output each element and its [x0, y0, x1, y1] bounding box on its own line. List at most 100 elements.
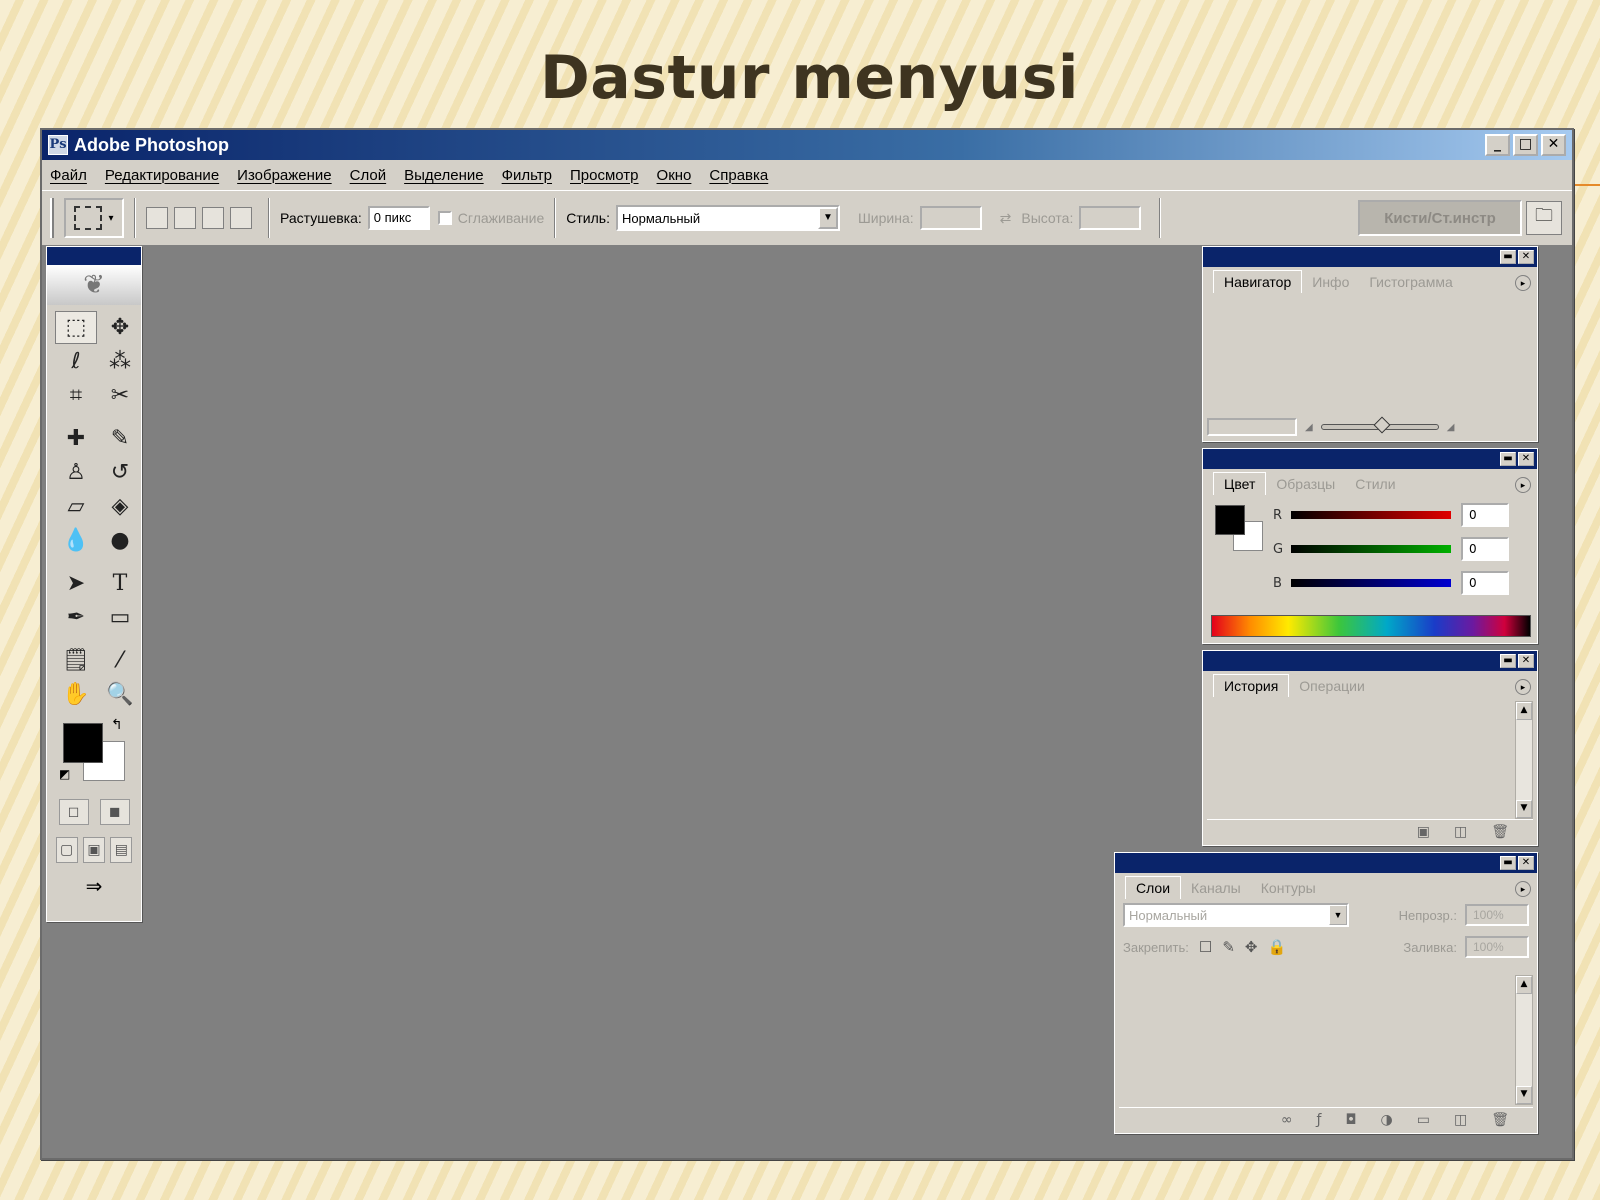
quick-mask-mode-icon[interactable]: ◼ [99, 799, 130, 825]
new-selection-button[interactable] [146, 207, 168, 229]
eyedropper-icon[interactable]: ⁄ [99, 644, 141, 677]
blue-channel-input[interactable]: 0 [1461, 571, 1509, 595]
foreground-color-swatch[interactable] [1215, 505, 1245, 535]
tab-channels[interactable]: Каналы [1181, 877, 1251, 899]
minimize-icon[interactable]: ▬ [1500, 452, 1516, 466]
title-bar[interactable]: Ps Adobe Photoshop _ □ ✕ [42, 130, 1572, 160]
panel-title-bar[interactable]: ▬ ✕ [1203, 247, 1537, 267]
menu-select[interactable]: Выделение [404, 167, 483, 184]
default-colors-icon[interactable]: ◩ [59, 767, 70, 781]
red-channel-slider[interactable] [1291, 511, 1451, 519]
dodge-icon[interactable]: ● [99, 524, 141, 557]
fill-input[interactable]: 100% [1465, 936, 1529, 958]
layer-style-icon[interactable]: ƒ [1317, 1112, 1322, 1128]
style-select[interactable]: Нормальный ▼ [615, 205, 840, 231]
standard-screen-mode-icon[interactable]: ▢ [55, 837, 78, 863]
new-group-icon[interactable]: ▭ [1417, 1112, 1430, 1128]
minimize-icon[interactable]: ▬ [1500, 654, 1516, 668]
lock-transparency-icon[interactable]: ☐ [1199, 938, 1212, 956]
lock-position-icon[interactable]: ✥ [1245, 938, 1258, 956]
add-to-selection-button[interactable] [174, 207, 196, 229]
new-snapshot-icon[interactable]: ▣ [1417, 824, 1430, 840]
menu-layer[interactable]: Слой [350, 167, 386, 184]
jump-to-imageready-icon[interactable]: ⇒ [47, 869, 141, 903]
width-input[interactable] [919, 206, 982, 230]
tab-history[interactable]: История [1213, 674, 1290, 697]
tab-paths[interactable]: Контуры [1251, 877, 1326, 899]
add-mask-icon[interactable]: ◘ [1345, 1112, 1356, 1128]
magic-wand-icon[interactable]: ⁂ [99, 345, 141, 378]
toolbox-title-bar[interactable] [47, 247, 141, 265]
hand-icon[interactable]: ✋ [55, 678, 97, 711]
standard-mode-icon[interactable]: ◻ [58, 799, 89, 825]
close-icon[interactable]: ✕ [1518, 654, 1534, 668]
brush-icon[interactable]: ✎ [99, 422, 141, 455]
feather-input[interactable]: 0 пикс [367, 206, 430, 230]
slice-icon[interactable]: ✂ [99, 379, 141, 412]
zoom-percent-field[interactable] [1207, 418, 1297, 436]
panel-menu-icon[interactable]: ▸ [1515, 881, 1531, 897]
menu-image[interactable]: Изображение [237, 167, 332, 184]
tab-color[interactable]: Цвет [1213, 472, 1267, 495]
close-icon[interactable]: ✕ [1518, 856, 1534, 870]
panel-menu-icon[interactable]: ▸ [1515, 679, 1531, 695]
close-icon[interactable]: ✕ [1518, 452, 1534, 466]
paint-bucket-icon[interactable]: ◈ [99, 490, 141, 523]
tab-navigator[interactable]: Навигатор [1213, 270, 1303, 293]
scroll-up-icon[interactable]: ▲ [1516, 702, 1532, 720]
link-layers-icon[interactable]: ∞ [1281, 1112, 1293, 1128]
clone-stamp-icon[interactable]: ♙ [55, 456, 97, 489]
menu-view[interactable]: Просмотр [570, 167, 639, 184]
full-screen-menu-mode-icon[interactable]: ▣ [82, 837, 105, 863]
workspace-canvas-area[interactable]: ❦ ⬚ ✥ ℓ ⁂ ⌗ ✂ ✚ ✎ ♙ ↺ ▱ ◈ 💧 ● ➤ T ✒ ▭ 🗒 … [42, 246, 1572, 1158]
full-screen-mode-icon[interactable]: ▤ [110, 837, 133, 863]
lasso-icon[interactable]: ℓ [55, 345, 97, 378]
palette-well[interactable]: Кисти/Ст.инстр [1358, 200, 1522, 236]
subtract-from-selection-button[interactable] [202, 207, 224, 229]
history-brush-icon[interactable]: ↺ [99, 456, 141, 489]
history-scrollbar[interactable]: ▲ ▼ [1515, 701, 1533, 819]
swap-colors-icon[interactable]: ↰ [111, 717, 123, 733]
lock-image-icon[interactable]: ✎ [1222, 938, 1235, 956]
crop-icon[interactable]: ⌗ [55, 379, 97, 412]
blur-icon[interactable]: 💧 [55, 524, 97, 557]
path-selection-icon[interactable]: ➤ [55, 567, 97, 600]
antialias-checkbox[interactable] [437, 211, 452, 225]
zoom-slider[interactable] [1320, 416, 1439, 434]
menu-window[interactable]: Окно [657, 167, 692, 184]
panel-title-bar[interactable]: ▬ ✕ [1203, 449, 1537, 469]
scroll-down-icon[interactable]: ▼ [1516, 1086, 1532, 1104]
menu-filter[interactable]: Фильтр [502, 167, 552, 184]
panel-title-bar[interactable]: ▬ ✕ [1203, 651, 1537, 671]
zoom-out-icon[interactable]: ◢ [1305, 422, 1313, 433]
swap-dimensions-icon[interactable]: ⇄ [1000, 210, 1012, 227]
tab-histogram[interactable]: Гистограмма [1359, 271, 1462, 293]
eraser-icon[interactable]: ▱ [55, 490, 97, 523]
opacity-input[interactable]: 100% [1465, 904, 1529, 926]
lock-all-icon[interactable]: 🔒 [1267, 938, 1286, 956]
menu-file[interactable]: Файл [50, 167, 87, 184]
pen-icon[interactable]: ✒ [55, 601, 97, 634]
tab-swatches[interactable]: Образцы [1266, 473, 1345, 495]
new-document-icon[interactable]: ◫ [1454, 824, 1467, 840]
tool-preset-picker[interactable]: ▾ [64, 198, 124, 238]
green-channel-input[interactable]: 0 [1461, 537, 1509, 561]
scroll-down-icon[interactable]: ▼ [1516, 800, 1532, 818]
new-layer-icon[interactable]: ◫ [1454, 1112, 1467, 1128]
notes-icon[interactable]: 🗒 [55, 644, 97, 677]
maximize-button[interactable]: □ [1513, 134, 1538, 156]
red-channel-input[interactable]: 0 [1461, 503, 1509, 527]
adjustment-layer-icon[interactable]: ◑ [1381, 1112, 1393, 1128]
type-icon[interactable]: T [99, 567, 141, 600]
photoshop-app-icon[interactable]: Ps [48, 135, 68, 155]
options-bar-grip[interactable] [50, 198, 54, 238]
minimize-button[interactable]: _ [1485, 134, 1510, 156]
intersect-selection-button[interactable] [230, 207, 252, 229]
color-spectrum-ramp[interactable] [1211, 615, 1531, 637]
green-channel-slider[interactable] [1291, 545, 1451, 553]
layers-scrollbar[interactable]: ▲ ▼ [1515, 975, 1533, 1105]
zoom-icon[interactable]: 🔍 [99, 678, 141, 711]
blue-channel-slider[interactable] [1291, 579, 1451, 587]
close-icon[interactable]: ✕ [1518, 250, 1534, 264]
move-tool-icon[interactable]: ✥ [99, 311, 141, 344]
